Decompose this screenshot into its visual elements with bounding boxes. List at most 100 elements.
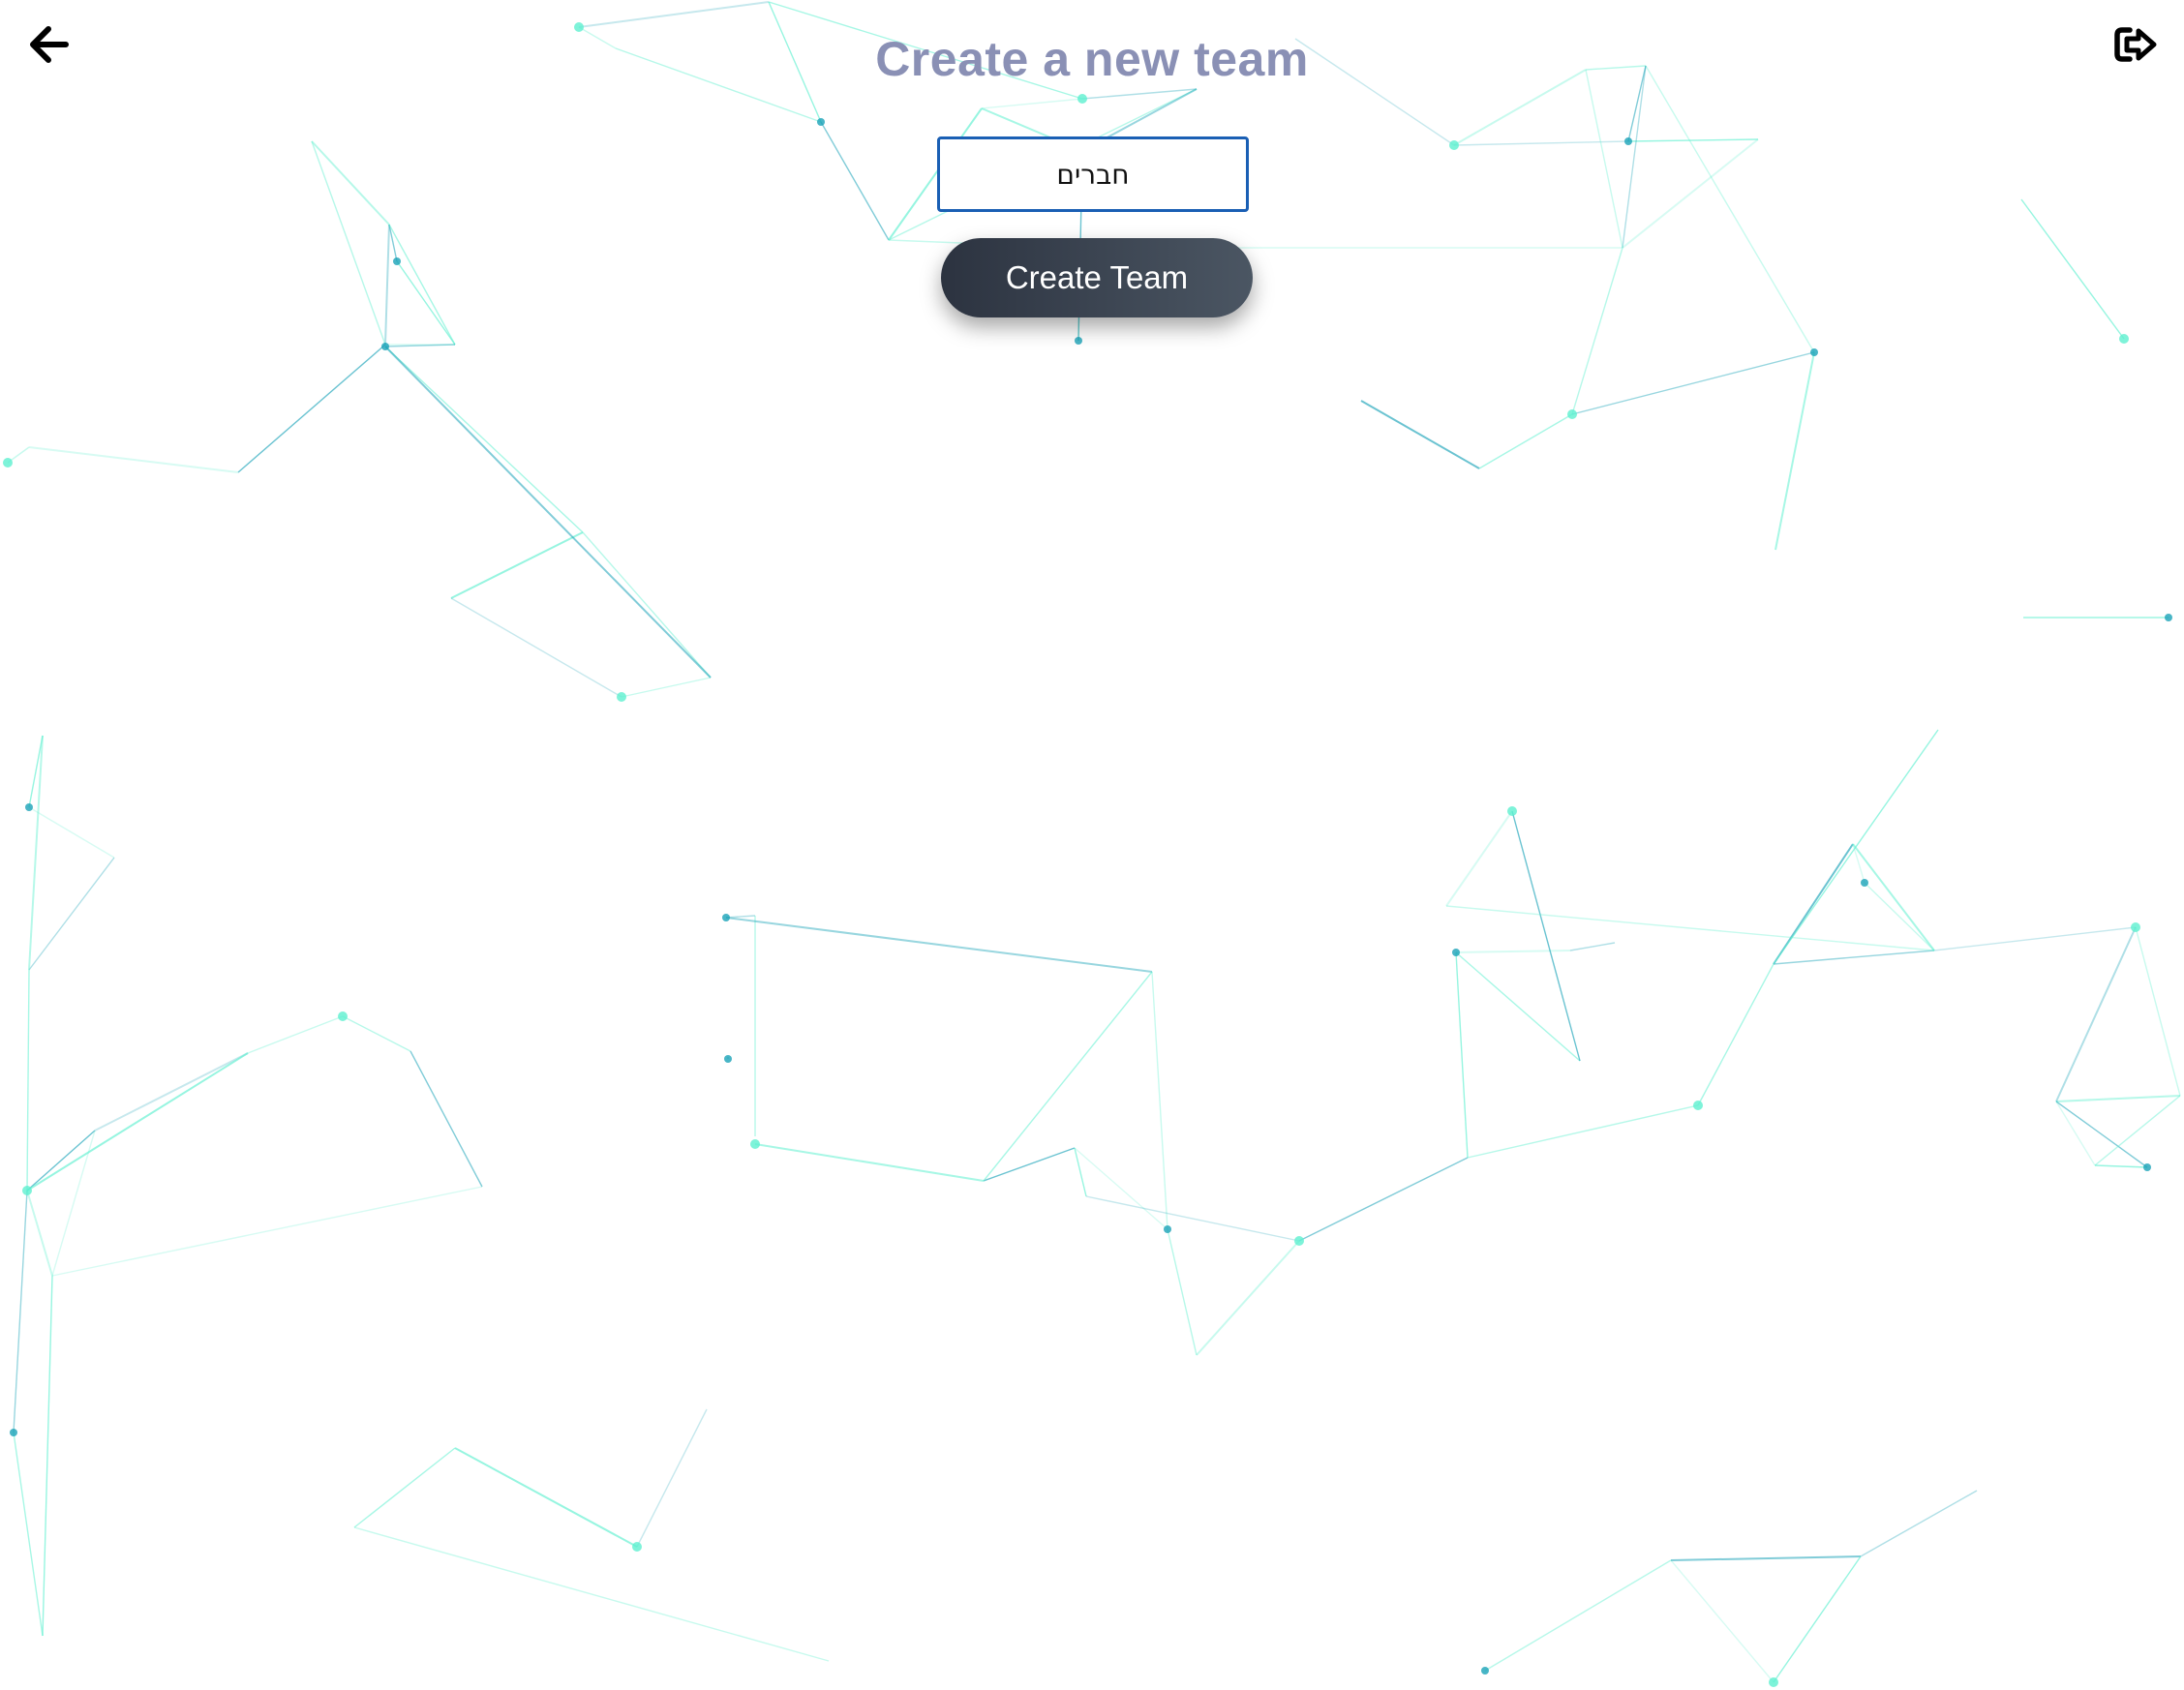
network-line xyxy=(636,1408,708,1548)
network-line xyxy=(1864,882,1935,951)
network-line xyxy=(1196,1240,1300,1356)
network-line xyxy=(1571,351,1815,415)
network-line xyxy=(1151,971,1168,1230)
network-line xyxy=(1445,810,1513,907)
network-line xyxy=(1852,843,1935,951)
network-line xyxy=(1571,247,1623,415)
network-node xyxy=(724,1055,732,1063)
network-line xyxy=(582,531,712,679)
network-line xyxy=(1585,69,1623,249)
network-line xyxy=(2020,198,2125,340)
network-node xyxy=(1077,94,1087,104)
network-line xyxy=(247,1015,344,1054)
network-node xyxy=(1810,348,1818,356)
network-line xyxy=(237,344,386,473)
network-line xyxy=(384,346,712,679)
network-line xyxy=(28,446,239,473)
network-line xyxy=(396,260,456,346)
network-node xyxy=(3,458,13,468)
network-node xyxy=(2131,922,2140,932)
network-line xyxy=(1773,1555,1862,1683)
network-line xyxy=(1622,65,1647,249)
network-node xyxy=(617,692,626,702)
network-line xyxy=(2094,1164,2148,1168)
network-node xyxy=(1075,337,1082,345)
network-line xyxy=(1455,950,1571,953)
network-node xyxy=(1567,409,1577,419)
network-line xyxy=(1670,1555,1862,1561)
network-line xyxy=(1627,138,1759,142)
network-line xyxy=(450,531,584,599)
network-line xyxy=(981,98,1083,109)
network-line xyxy=(2094,1095,2181,1166)
network-line xyxy=(1773,950,1935,965)
network-node xyxy=(393,257,401,265)
network-node xyxy=(10,1429,17,1436)
page-title: Create a new team xyxy=(875,32,1309,86)
network-node xyxy=(632,1542,642,1552)
network-node xyxy=(2143,1163,2151,1171)
network-line xyxy=(28,857,115,971)
network-line xyxy=(13,1432,44,1637)
network-line xyxy=(1074,1147,1168,1230)
network-line xyxy=(1852,843,1866,884)
network-node xyxy=(1294,1236,1304,1246)
network-node xyxy=(338,1011,348,1021)
network-line xyxy=(384,346,584,533)
network-line xyxy=(2055,926,2137,1102)
network-line xyxy=(388,224,398,262)
network-line xyxy=(42,1275,53,1637)
network-line xyxy=(1467,1104,1699,1159)
network-line xyxy=(1670,1559,1774,1683)
network-line xyxy=(311,140,390,226)
network-line xyxy=(410,1050,483,1188)
network-line xyxy=(454,1447,638,1548)
network-node xyxy=(750,1139,760,1149)
network-node xyxy=(381,343,389,350)
network-line xyxy=(2055,1101,2096,1166)
network-node xyxy=(1624,137,1632,145)
network-line xyxy=(94,1052,249,1132)
network-line xyxy=(1085,1195,1300,1242)
network-line xyxy=(342,1015,411,1052)
network-node xyxy=(25,803,33,811)
network-line xyxy=(1478,413,1573,469)
network-line xyxy=(1933,926,2137,951)
network-line xyxy=(1360,400,1480,469)
network-line xyxy=(1455,951,1469,1159)
network-node xyxy=(1861,879,1868,887)
network-node xyxy=(1769,1677,1778,1687)
network-node xyxy=(1164,1225,1171,1233)
network-line xyxy=(1860,1490,1978,1557)
network-line xyxy=(1511,810,1581,1062)
create-team-button[interactable]: Create Team xyxy=(941,238,1253,317)
team-name-input[interactable] xyxy=(937,136,1249,212)
network-node xyxy=(1481,1667,1489,1675)
network-line xyxy=(1453,140,1629,146)
network-line xyxy=(1167,1228,1198,1356)
network-node xyxy=(1452,949,1460,956)
network-line xyxy=(621,677,712,698)
network-line xyxy=(353,1447,456,1528)
network-line xyxy=(353,1526,830,1662)
network-line xyxy=(578,1,770,28)
network-line xyxy=(1774,351,1815,551)
network-line xyxy=(51,1186,483,1277)
network-node xyxy=(1693,1101,1703,1110)
network-line xyxy=(1622,138,1759,249)
network-line xyxy=(725,917,1153,973)
network-line xyxy=(1773,729,1939,965)
network-line xyxy=(1697,963,1774,1106)
network-line xyxy=(1298,1157,1469,1242)
network-line xyxy=(311,140,386,346)
network-line xyxy=(450,597,622,698)
network-line xyxy=(820,121,890,241)
network-node xyxy=(1449,140,1459,150)
network-line xyxy=(2135,926,2181,1097)
network-node xyxy=(2165,614,2172,621)
network-line xyxy=(26,1052,249,1192)
network-node xyxy=(722,914,730,921)
network-line xyxy=(1074,1147,1087,1197)
network-line xyxy=(384,224,390,346)
network-node xyxy=(22,1186,32,1195)
